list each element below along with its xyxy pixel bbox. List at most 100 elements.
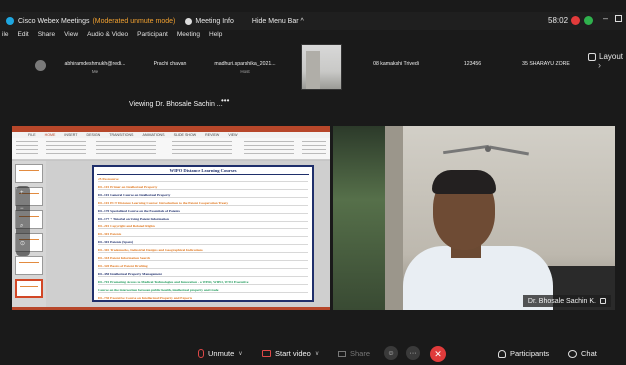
mic-muted-icon xyxy=(198,349,204,358)
info-icon xyxy=(185,17,193,25)
ceiling-fan-hub xyxy=(485,146,491,152)
speaker-hair xyxy=(432,170,496,194)
menu-file[interactable]: ile xyxy=(2,31,9,43)
ppt-tab: REVIEW xyxy=(205,133,220,137)
ppt-tab: INSERT xyxy=(64,133,78,137)
shared-screen[interactable]: FILE HOME INSERT DESIGN TRANSITIONS ANIM… xyxy=(12,126,330,310)
reactions-button[interactable]: ☺ xyxy=(384,346,398,360)
share-button[interactable]: Share xyxy=(338,349,370,358)
layout-label: Layout xyxy=(599,52,624,61)
unmute-button[interactable]: Unmute ∨ xyxy=(198,349,243,358)
thumbnail-line xyxy=(20,286,38,287)
ppt-tab: TRANSITIONS xyxy=(109,133,134,137)
ribbon-group xyxy=(244,141,294,156)
participant-strip: abhiramdeshmukh@redi... Me Prachi chavan… xyxy=(0,44,626,92)
screen-share-icon xyxy=(600,298,606,304)
menu-meeting[interactable]: Meeting xyxy=(177,31,200,43)
title-bar: Cisco Webex Meetings (Moderated unmute m… xyxy=(0,12,626,30)
participants-label: Participants xyxy=(510,349,550,358)
participant-tile[interactable]: 35 SHARAYU ZORE xyxy=(514,44,578,92)
zoom-in-icon[interactable]: + xyxy=(20,190,24,196)
chat-label: Chat xyxy=(581,349,597,358)
menu-audio-video[interactable]: Audio & Video xyxy=(87,31,128,43)
viewing-label: Viewing Dr. Bhosale Sachin ... xyxy=(129,101,223,108)
ribbon-group xyxy=(16,141,38,156)
course-item: DL-101 PCT Distance Learning Course: Int… xyxy=(98,201,308,206)
video-thumbnail-scene xyxy=(306,51,320,89)
ppt-tab: FILE xyxy=(28,133,36,137)
maximize-window-button[interactable] xyxy=(615,15,622,22)
menu-share[interactable]: Share xyxy=(38,31,55,43)
speaker-video[interactable]: Dr. Bhosale Sachin K. xyxy=(333,126,615,310)
security-shield-icon[interactable] xyxy=(584,16,593,25)
chevron-down-icon[interactable]: ∨ xyxy=(238,350,242,357)
more-button[interactable]: ··· xyxy=(406,346,420,360)
meeting-controls: Unmute ∨ Start video ∨ Share ☺ ··· ✕ Par… xyxy=(0,344,626,365)
slide: WIPO Distance Learning Courses 25 Postco… xyxy=(92,165,314,302)
course-item: DL-302 Trademarks, Industrial Designs an… xyxy=(98,248,308,254)
ppt-ribbon xyxy=(12,138,330,160)
menu-participant[interactable]: Participant xyxy=(137,31,168,43)
app-title: Cisco Webex Meetings xyxy=(18,17,90,25)
slide-thumbnail-selected[interactable] xyxy=(15,279,43,298)
chat-icon xyxy=(568,349,577,358)
course-item: DL-701 Promoting Access to Medical Techn… xyxy=(98,280,308,285)
ppt-tab: ANIMATIONS xyxy=(142,133,165,137)
ppt-tab: HOME xyxy=(44,133,56,137)
layout-button[interactable]: Layout xyxy=(588,52,623,61)
meeting-timer: 58:02 xyxy=(548,16,569,25)
meeting-info-button[interactable]: Meeting Info xyxy=(185,17,234,25)
more-options-icon[interactable]: ••• xyxy=(221,96,229,105)
video-pillar xyxy=(385,126,403,310)
chevron-down-icon[interactable]: ∨ xyxy=(315,350,319,357)
course-item: 25 Postcourse xyxy=(98,177,308,182)
ribbon-group xyxy=(172,141,232,156)
slide-divider xyxy=(97,174,309,175)
ppt-tab: VIEW xyxy=(228,133,238,137)
course-item: DL-320 Basics of Patent Drafting xyxy=(98,264,308,269)
avatar xyxy=(35,60,46,71)
recording-icon[interactable] xyxy=(571,16,580,25)
video-window xyxy=(333,126,385,310)
zoom-out-icon[interactable]: − xyxy=(20,206,24,212)
participant-tile[interactable]: abhiramdeshmukh@redi... Me xyxy=(50,44,140,92)
end-meeting-button[interactable]: ✕ xyxy=(430,346,446,362)
chevron-right-icon[interactable]: › xyxy=(598,60,601,70)
participant-role: Me xyxy=(91,69,99,74)
participant-tile[interactable]: madhuri.sparshika_2021... Host xyxy=(200,44,290,92)
search-icon[interactable]: ⌕ xyxy=(20,223,23,230)
slide-canvas: WIPO Distance Learning Courses 25 Postco… xyxy=(46,161,330,310)
ppt-tab: SLIDE SHOW xyxy=(173,133,197,137)
menu-view[interactable]: View xyxy=(64,31,78,43)
participant-name: 123456 xyxy=(463,61,482,67)
slide-thumbnail[interactable] xyxy=(15,164,43,183)
participant-name: Prachi chavan xyxy=(153,61,187,67)
course-item: DL-730 Executive Course on Intellectual … xyxy=(98,296,308,300)
menu-help[interactable]: Help xyxy=(209,31,222,43)
participant-name: abhiramdeshmukh@redi... xyxy=(64,61,126,67)
chevron-up-icon: ^ xyxy=(300,17,304,25)
share-icon xyxy=(338,350,346,357)
course-item: DL-450 Intellectual Property Management xyxy=(98,272,308,277)
menu-edit[interactable]: Edit xyxy=(18,31,29,43)
thumbnail-line xyxy=(19,262,39,263)
hide-menu-label: Hide Menu Bar xyxy=(251,17,299,25)
start-video-label: Start video xyxy=(275,349,311,358)
webex-logo-icon xyxy=(6,17,14,25)
participant-tile[interactable]: 123456 xyxy=(450,44,495,92)
participant-tile[interactable]: 08 kamakshi Trivedi xyxy=(356,44,436,92)
participant-video-thumbnail[interactable] xyxy=(301,44,342,90)
start-video-button[interactable]: Start video ∨ xyxy=(262,349,319,358)
ppt-status-bar xyxy=(12,307,330,310)
participant-tile[interactable]: Prachi chavan xyxy=(140,44,200,92)
annotate-icon[interactable]: ⊙ xyxy=(20,240,25,247)
slide-thumbnail[interactable] xyxy=(15,256,43,275)
course-item: DL-177 + Tutorial on Using Patent Inform… xyxy=(98,217,308,222)
course-item: DL-201 Copyright and Related Rights xyxy=(98,224,308,230)
chat-button[interactable]: Chat xyxy=(568,349,597,358)
course-item: DL-101 Primer on Intellectual Property xyxy=(98,185,308,190)
course-item: DL-301 Patents xyxy=(98,232,308,238)
participants-button[interactable]: Participants xyxy=(498,349,549,358)
minimize-window-button[interactable]: – xyxy=(603,13,608,23)
hide-menu-bar-button[interactable]: Hide Menu Bar ^ xyxy=(252,18,304,25)
